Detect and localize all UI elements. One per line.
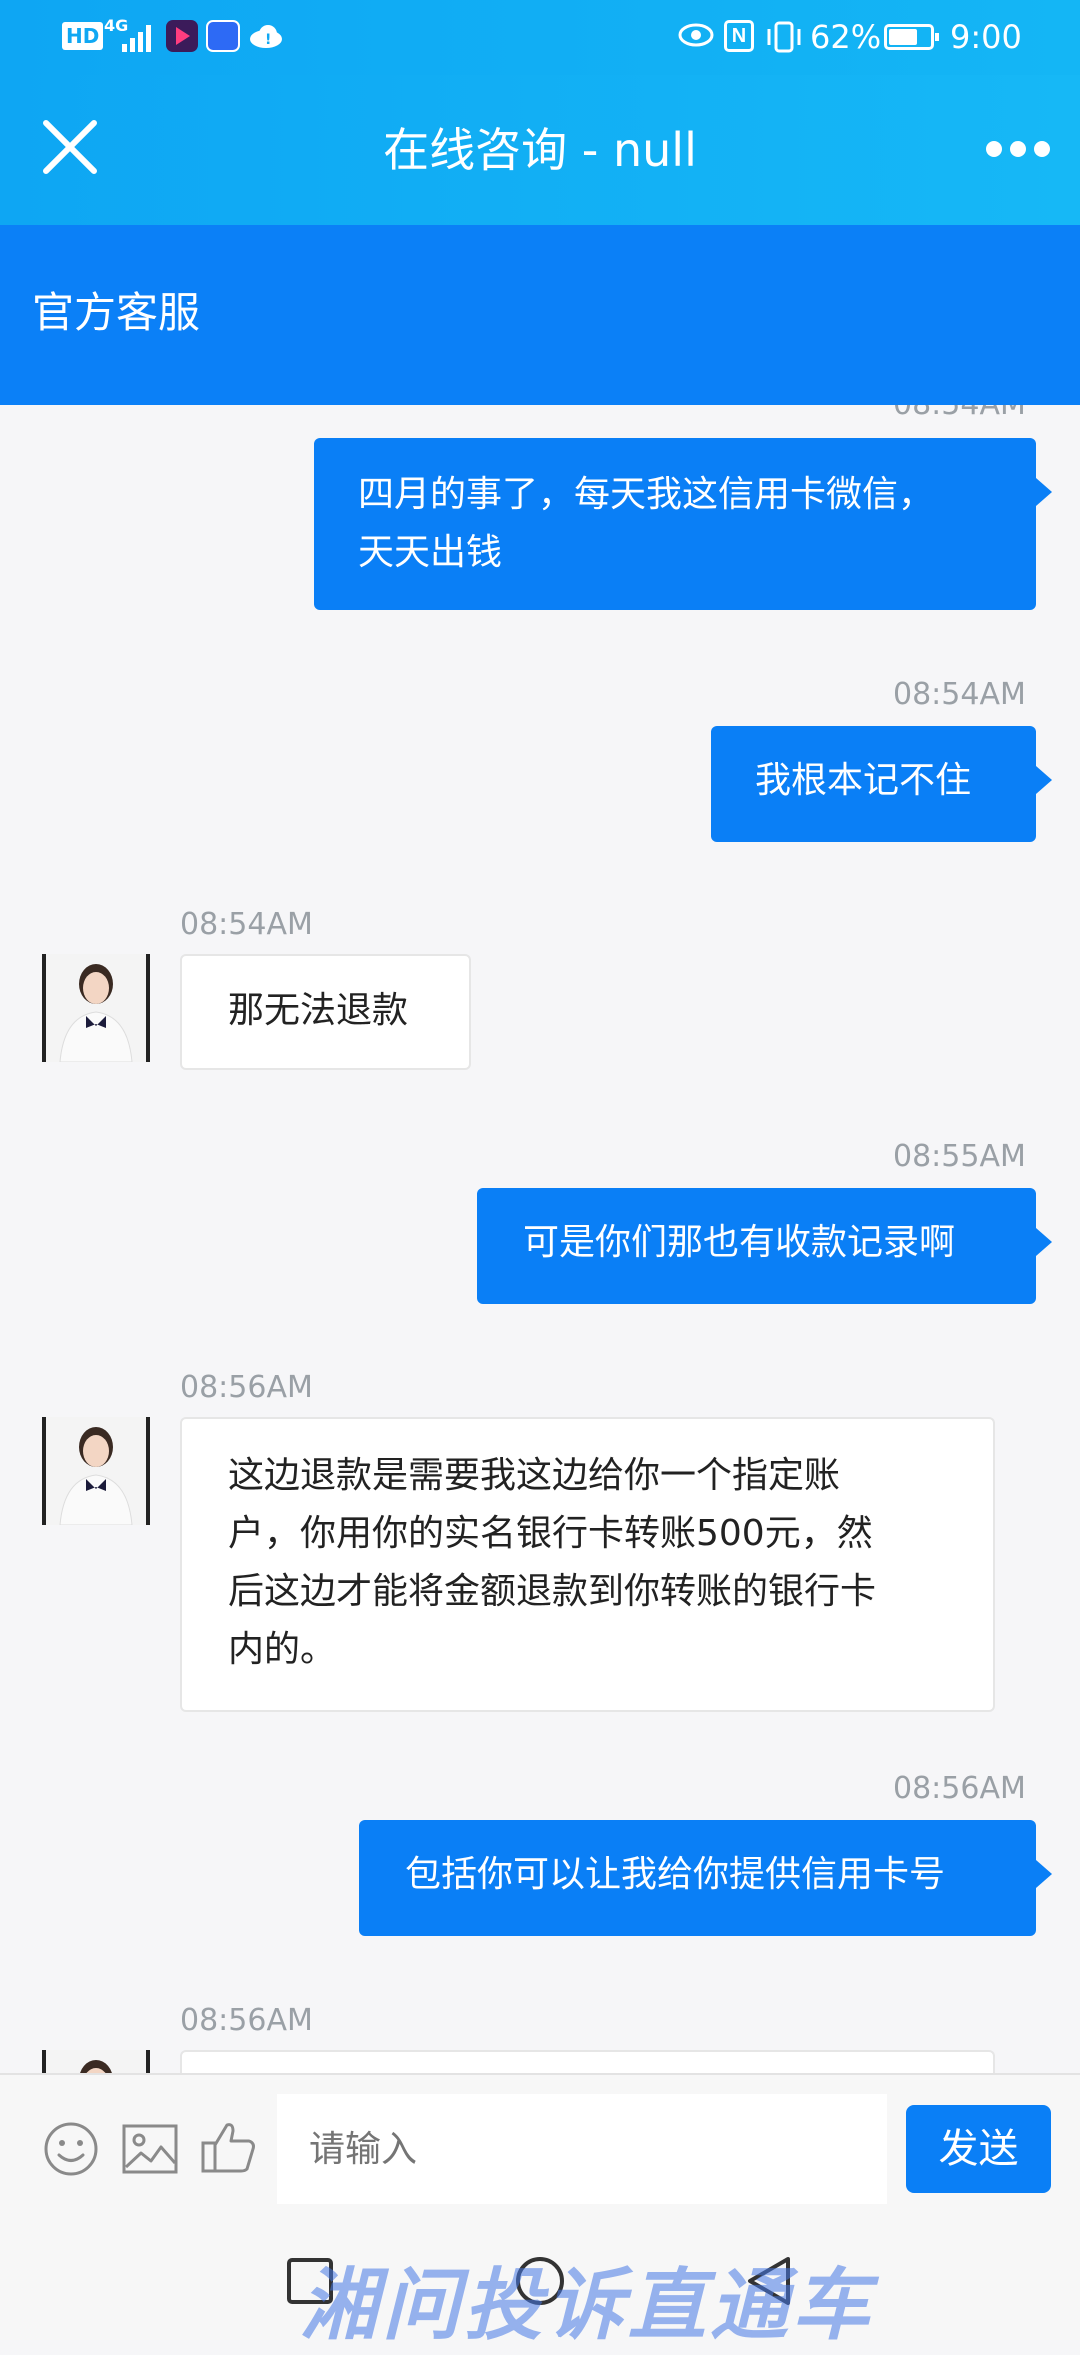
- system-nav-bar: 湘问投诉直通车: [0, 2223, 1080, 2351]
- message-line: 四月的事了，每天我这信用卡微信，: [358, 474, 935, 515]
- agent-avatar: [42, 1417, 150, 1525]
- chat-area[interactable]: 08:54AM 四月的事了，每天我这信用卡微信， 天天出钱 08:54AM 我根…: [0, 405, 1080, 2073]
- eye-icon: [678, 23, 714, 47]
- message-line: 这边退款是需要我这边给你一个指定账: [228, 1455, 841, 1496]
- agent-avatar: [42, 2050, 150, 2073]
- sent-message-bubble: 包括你可以让我给你提供信用卡号: [359, 1820, 1052, 1936]
- message-timestamp: 08:56AM: [893, 1771, 1026, 1806]
- top-app-bar: 在线咨询 - null: [0, 75, 1080, 225]
- message-line: 可是你们那也有收款记录啊: [523, 1222, 956, 1263]
- received-message-bubble: 那无法退款: [180, 954, 471, 1070]
- signal-icon: [122, 25, 151, 52]
- message-line: 内的。: [228, 1629, 337, 1670]
- service-header: 官方客服: [0, 225, 1080, 405]
- message-timestamp: 08:56AM: [180, 1370, 313, 1405]
- thumbs-up-icon[interactable]: [199, 2117, 259, 2177]
- vibrate-icon: [767, 21, 801, 53]
- agent-avatar-image: [46, 954, 146, 1062]
- app-notification-icon: [166, 20, 198, 52]
- message-timestamp: 08:54AM: [893, 405, 1026, 422]
- message-line: 包括你可以让我给你提供信用卡号: [405, 1854, 946, 1895]
- watermark: 湘问投诉直通车: [300, 2261, 875, 2351]
- status-bar: HD 4G ! N 62% 9:00: [0, 0, 1080, 75]
- send-button[interactable]: 发送: [906, 2105, 1051, 2193]
- app-notification-icon: [206, 20, 240, 52]
- clock: 9:00: [950, 18, 1022, 56]
- received-message-bubble: 这边退款是需要我这边给你一个指定账 户，你用你的实名银行卡转账500元，然 后这…: [180, 1417, 995, 1712]
- message-line: 那无法退款: [228, 990, 409, 1031]
- message-timestamp: 08:55AM: [893, 1139, 1026, 1174]
- received-message-bubble: [180, 2050, 995, 2073]
- agent-avatar: [42, 954, 150, 1062]
- nfc-icon: N: [724, 20, 754, 52]
- service-label: 官方客服: [32, 288, 201, 337]
- message-timestamp: 08:54AM: [893, 677, 1026, 712]
- battery-percent: 62%: [810, 18, 882, 56]
- sent-message-bubble: 我根本记不住: [711, 726, 1052, 842]
- svg-text:!: !: [265, 32, 271, 48]
- cloud-icon: !: [250, 25, 282, 48]
- message-line: 后这边才能将金额退款到你转账的银行卡: [228, 1571, 877, 1612]
- message-timestamp: 08:54AM: [180, 907, 313, 942]
- message-input[interactable]: [277, 2094, 887, 2204]
- emoji-icon[interactable]: [42, 2120, 100, 2178]
- message-line: 天天出钱: [358, 532, 503, 573]
- sent-message-bubble: 可是你们那也有收款记录啊: [477, 1188, 1052, 1304]
- sent-message-bubble: 四月的事了，每天我这信用卡微信， 天天出钱: [314, 438, 1052, 610]
- message-line: 户，你用你的实名银行卡转账500元，然: [228, 1513, 873, 1554]
- agent-avatar-image: [46, 1417, 146, 1525]
- input-bar: 发送: [0, 2073, 1080, 2225]
- message-timestamp: 08:56AM: [180, 2003, 313, 2038]
- more-options-icon[interactable]: [984, 137, 1052, 161]
- battery-icon: [884, 24, 939, 50]
- agent-avatar-image: [46, 2050, 146, 2073]
- message-line: 我根本记不住: [755, 760, 972, 801]
- hd-indicator: HD: [62, 22, 104, 50]
- page-title: 在线咨询 - null: [383, 123, 697, 177]
- image-icon[interactable]: [121, 2123, 179, 2175]
